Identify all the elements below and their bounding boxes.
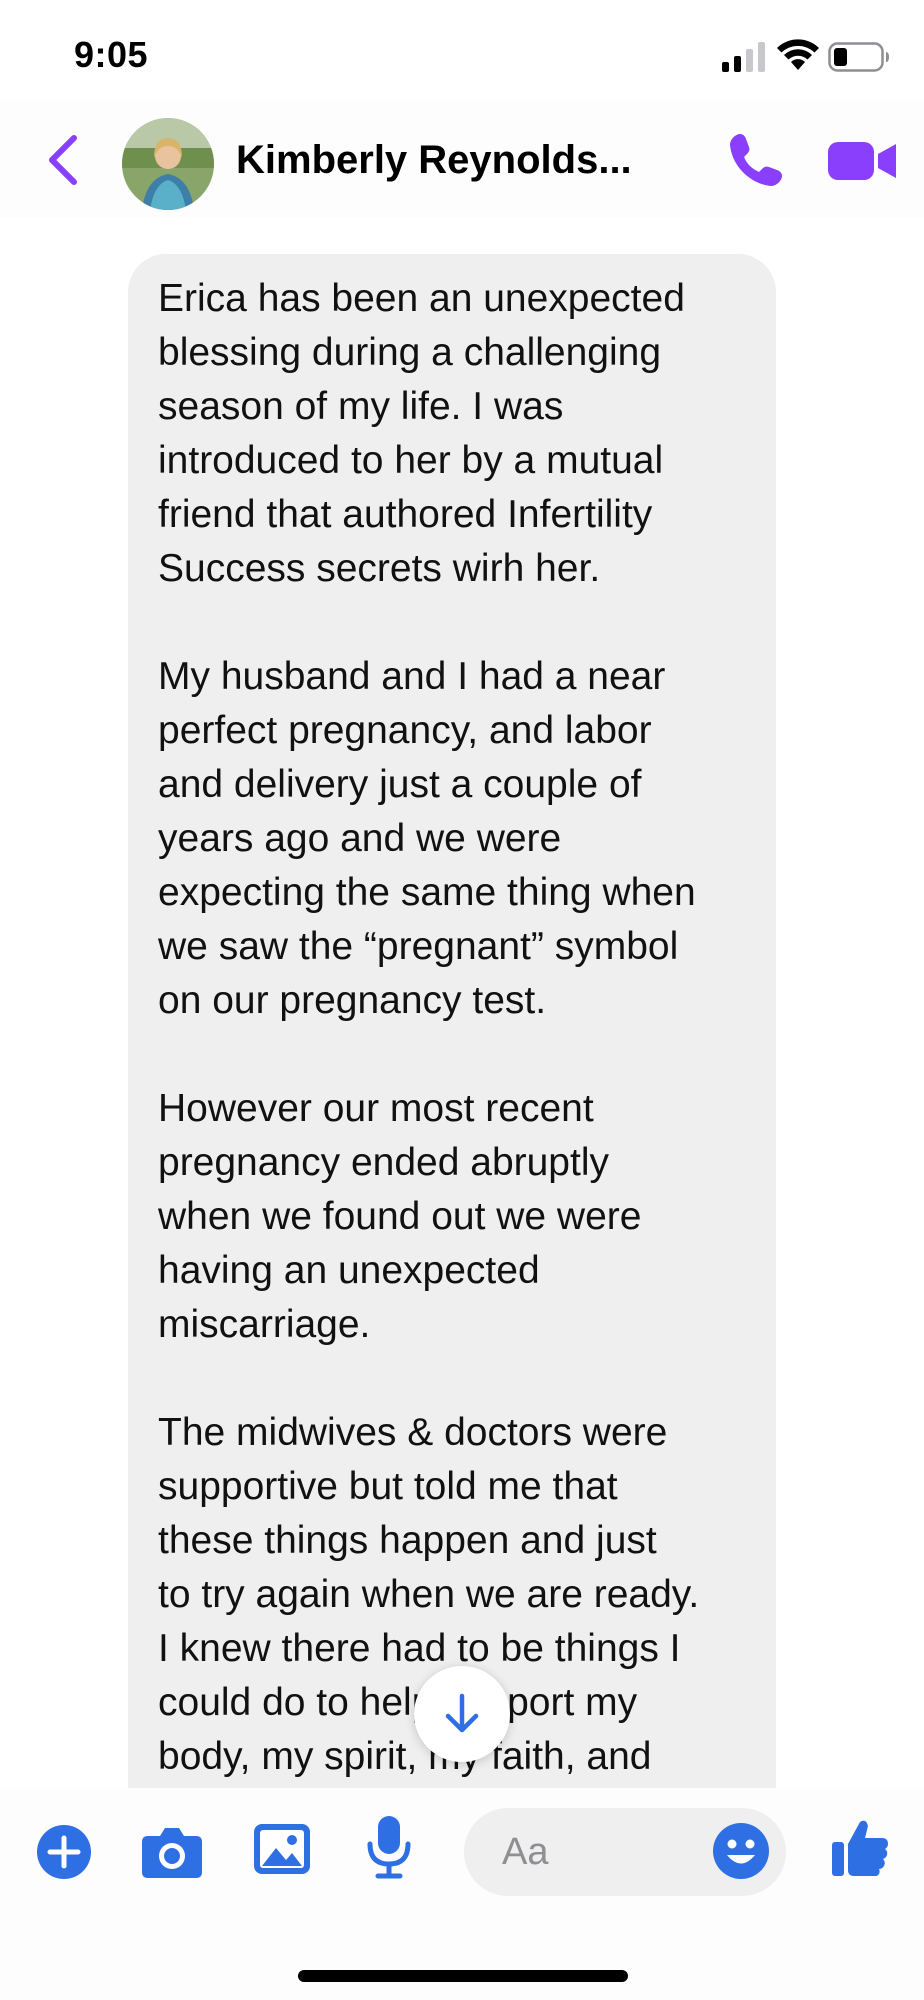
gallery-icon[interactable] xyxy=(252,1820,312,1878)
status-bar: 9:05 xyxy=(0,0,924,110)
video-camera-icon[interactable] xyxy=(828,138,898,184)
arrow-down-icon xyxy=(445,1693,479,1733)
plus-icon[interactable] xyxy=(36,1824,92,1880)
message-text: Erica has been an unexpected blessing du… xyxy=(158,277,700,1778)
status-time: 9:05 xyxy=(74,34,149,75)
thumbs-up-icon[interactable] xyxy=(830,1816,890,1878)
wifi-icon xyxy=(777,39,819,70)
avatar-image xyxy=(122,118,214,210)
scroll-to-bottom-button[interactable] xyxy=(414,1666,510,1762)
contact-name[interactable]: Kimberly Reynolds... xyxy=(236,138,632,183)
battery-icon xyxy=(828,42,889,72)
message-thread[interactable]: Erica has been an unexpected blessing du… xyxy=(0,218,924,1788)
home-indicator xyxy=(298,1970,628,1982)
back-chevron-icon[interactable] xyxy=(40,130,86,190)
signal-icon xyxy=(722,42,765,72)
avatar[interactable] xyxy=(122,118,214,210)
phone-icon[interactable] xyxy=(726,130,786,190)
microphone-icon[interactable] xyxy=(364,1814,414,1880)
message-composer xyxy=(0,1788,924,2000)
conversation-header: Kimberly Reynolds... xyxy=(0,100,924,218)
message-bubble[interactable]: Erica has been an unexpected blessing du… xyxy=(128,254,776,1788)
emoji-icon[interactable] xyxy=(712,1822,770,1880)
camera-icon[interactable] xyxy=(140,1822,204,1880)
